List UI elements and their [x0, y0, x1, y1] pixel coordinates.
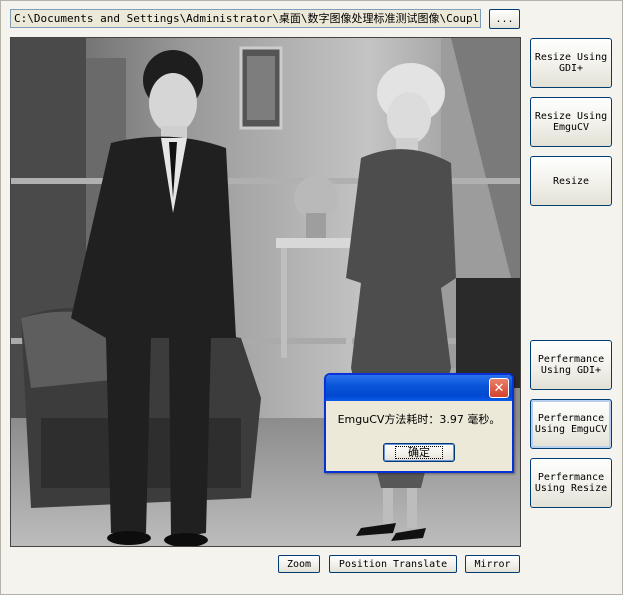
ok-button-label: 确定: [395, 446, 443, 459]
message-dialog: ✕ EmguCV方法耗时：3.97 毫秒。 确定: [324, 373, 514, 473]
performance-resize-button[interactable]: Perfermance Using Resize: [530, 458, 612, 508]
performance-gdi-button[interactable]: Perfermance Using GDI+: [530, 340, 612, 390]
resize-emgucv-button[interactable]: Resize Using EmguCV: [530, 97, 612, 147]
performance-emgucv-button[interactable]: Perfermance Using EmguCV: [530, 399, 612, 449]
resize-button[interactable]: Resize: [530, 156, 612, 206]
zoom-button[interactable]: Zoom: [278, 555, 320, 573]
browse-button[interactable]: ...: [489, 9, 520, 29]
mirror-button[interactable]: Mirror: [465, 555, 520, 573]
file-path-field[interactable]: C:\Documents and Settings\Administrator\…: [10, 9, 481, 28]
dialog-message: EmguCV方法耗时：3.97 毫秒。: [337, 413, 501, 426]
resize-gdi-button[interactable]: Resize Using GDI+: [530, 38, 612, 88]
dialog-title-bar[interactable]: ✕: [326, 375, 512, 401]
ok-button[interactable]: 确定: [383, 443, 455, 462]
close-icon[interactable]: ✕: [489, 378, 509, 398]
position-translate-button[interactable]: Position Translate: [329, 555, 457, 573]
